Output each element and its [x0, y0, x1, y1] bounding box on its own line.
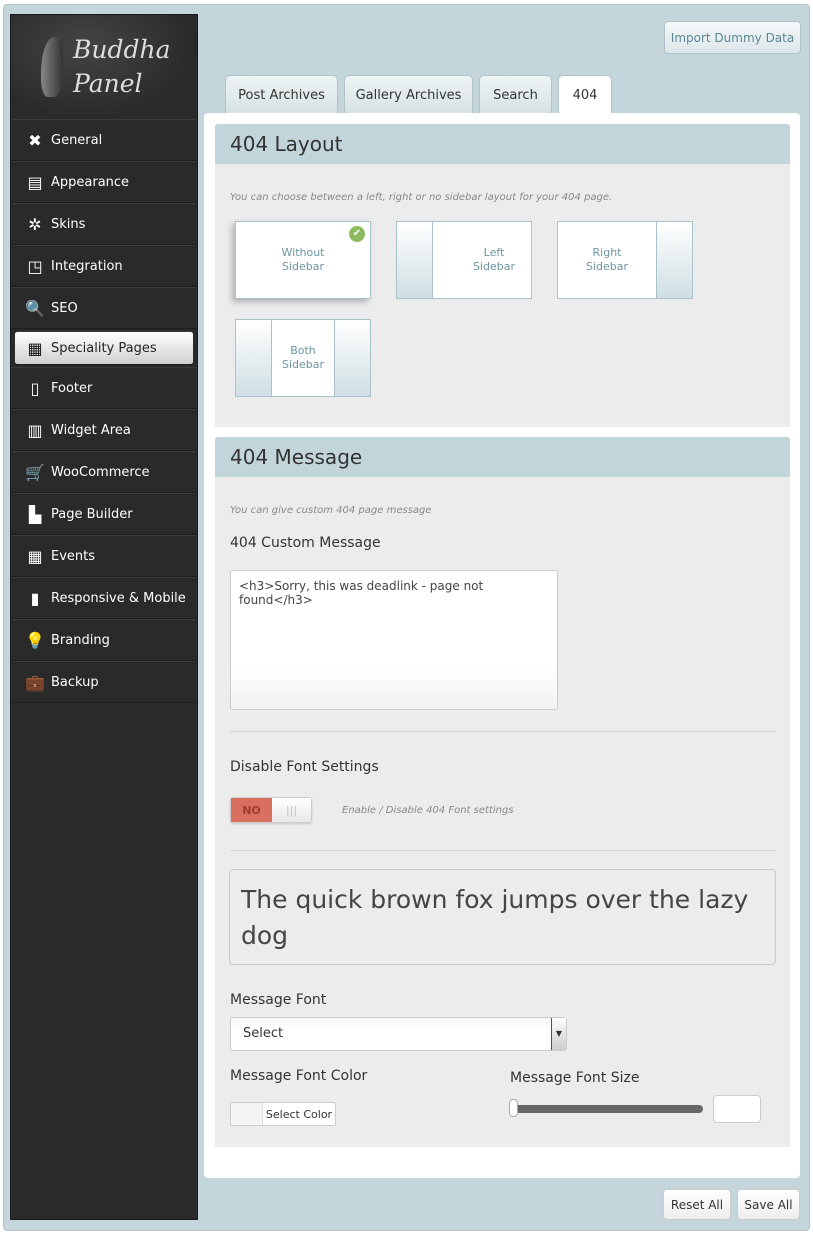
newspaper-icon: ▤: [27, 172, 43, 192]
disable-font-toggle[interactable]: NO |||: [230, 797, 312, 823]
custom-message-textarea[interactable]: <h3>Sorry, this was deadlink - page not …: [230, 570, 558, 710]
tablet-icon: ▮: [30, 588, 40, 608]
logo-line2: Panel: [73, 69, 143, 98]
sidebar-item-label: Page Builder: [51, 506, 133, 522]
divider: [230, 731, 776, 732]
sidebar-item-responsive-mobile[interactable]: ▮ Responsive & Mobile: [11, 577, 197, 619]
import-dummy-data-button[interactable]: Import Dummy Data: [664, 21, 801, 54]
save-all-button[interactable]: Save All: [737, 1189, 800, 1220]
select-color-button[interactable]: Select Color: [230, 1102, 336, 1126]
layout-left-sidebar[interactable]: Left Sidebar: [396, 221, 532, 299]
sidebar-item-label: SEO: [51, 300, 78, 316]
select-value: Select: [243, 1026, 284, 1041]
tab-404[interactable]: 404: [558, 75, 612, 115]
option-label: Right: [592, 246, 622, 259]
page-add-icon: ▙: [28, 504, 42, 524]
sidebar-item-general[interactable]: ✖ General: [11, 119, 197, 161]
sidebar-item-label: Widget Area: [51, 422, 131, 438]
logo-line1: Buddha: [73, 35, 171, 64]
grid-icon: ▦: [27, 338, 43, 358]
toggle-value: NO: [231, 798, 272, 822]
slider-handle[interactable]: [509, 1099, 518, 1117]
sidebar-item-footer[interactable]: ▯ Footer: [11, 367, 197, 409]
toggle-hint: Enable / Disable 404 Font settings: [342, 805, 514, 816]
sidebar-item-woocommerce[interactable]: 🛒 WooCommerce: [11, 451, 197, 493]
option-label: Both: [290, 344, 316, 357]
select-color-label: Select Color: [265, 1107, 333, 1121]
sidebar-item-integration[interactable]: ◳ Integration: [11, 245, 197, 287]
message-font-size-label: Message Font Size: [510, 1070, 640, 1086]
logo: Buddha Panel: [11, 15, 197, 119]
font-size-slider[interactable]: [515, 1105, 703, 1113]
buddha-head-icon: [41, 37, 63, 97]
search-icon: 🔍: [25, 298, 45, 318]
sidebar-item-page-builder[interactable]: ▙ Page Builder: [11, 493, 197, 535]
sidebar-item-label: Responsive & Mobile: [51, 590, 186, 606]
option-label: Sidebar: [281, 260, 325, 273]
font-size-input[interactable]: [713, 1095, 761, 1123]
sidebar-item-label: Events: [51, 548, 96, 564]
sidebar-item-label: Footer: [51, 380, 93, 396]
layout-section: You can choose between a left, right or …: [215, 164, 790, 427]
layout-without-sidebar[interactable]: Without Sidebar ✔: [235, 221, 371, 299]
option-label: Without: [281, 246, 325, 259]
lightbulb-icon: 💡: [25, 630, 45, 650]
option-label: Sidebar: [281, 358, 325, 371]
divider: [230, 850, 776, 851]
sidebar-item-label: Branding: [51, 632, 110, 648]
reset-all-button[interactable]: Reset All: [663, 1189, 731, 1220]
wrench-icon: ✖: [28, 130, 42, 150]
layout-right-sidebar[interactable]: Right Sidebar: [557, 221, 693, 299]
custom-message-label: 404 Custom Message: [230, 535, 381, 551]
sidebar-item-backup[interactable]: 💼 Backup: [11, 661, 197, 703]
chevron-down-icon[interactable]: ▼: [551, 1018, 566, 1050]
sidebar-item-label: Speciality Pages: [51, 340, 157, 356]
layout-hint: You can choose between a left, right or …: [230, 192, 613, 203]
content-panel: 404 Layout You can choose between a left…: [204, 113, 800, 1178]
sidebar-item-label: Backup: [51, 674, 99, 690]
sidebar-item-widget-area[interactable]: ▥ Widget Area: [11, 409, 197, 451]
message-font-label: Message Font: [230, 992, 327, 1008]
message-section-title: 404 Message: [215, 437, 790, 477]
option-label: Sidebar: [585, 260, 629, 273]
tab-post-archives[interactable]: Post Archives: [225, 75, 338, 114]
layout-section-title: 404 Layout: [215, 124, 790, 164]
widget-icon: ▥: [27, 420, 43, 440]
sidebar-item-branding[interactable]: 💡 Branding: [11, 619, 197, 661]
sidebar-item-speciality-pages[interactable]: ▦ Speciality Pages: [15, 331, 193, 365]
message-hint: You can give custom 404 page message: [230, 505, 432, 516]
ship-wheel-icon: ✲: [28, 214, 42, 234]
check-icon: ✔: [349, 226, 365, 242]
tab-search[interactable]: Search: [479, 75, 552, 114]
sidebar-item-skins[interactable]: ✲ Skins: [11, 203, 197, 245]
sidebar-item-appearance[interactable]: ▤ Appearance: [11, 161, 197, 203]
message-font-color-label: Message Font Color: [230, 1068, 368, 1084]
footer-icon: ▯: [30, 378, 40, 398]
sidebar-item-label: WooCommerce: [51, 464, 150, 480]
sidebar-item-label: Skins: [51, 216, 86, 232]
color-swatch: [231, 1103, 263, 1125]
layout-both-sidebar[interactable]: Both Sidebar: [235, 319, 371, 397]
calendar-icon: ▦: [27, 546, 43, 566]
message-section: You can give custom 404 page message 404…: [215, 477, 790, 1147]
briefcase-icon: 💼: [25, 672, 45, 692]
option-label: Sidebar: [472, 260, 516, 273]
tab-gallery-archives[interactable]: Gallery Archives: [344, 75, 473, 114]
sidebar-item-label: Integration: [51, 258, 123, 274]
font-preview: The quick brown fox jumps over the lazy …: [229, 869, 776, 965]
sidebar-item-seo[interactable]: 🔍 SEO: [11, 287, 197, 329]
option-label: Left: [483, 246, 505, 259]
disable-font-label: Disable Font Settings: [230, 759, 379, 775]
sidebar: Buddha Panel ✖ General ▤ Appearance ✲ Skins ◳ I…: [10, 14, 198, 1220]
cart-icon: 🛒: [25, 462, 45, 482]
sidebar-item-label: Appearance: [51, 174, 130, 190]
sidebar-item-label: General: [51, 132, 103, 148]
browser-cursor-icon: ◳: [27, 256, 43, 276]
message-font-select[interactable]: Select ▼: [230, 1017, 567, 1051]
sidebar-item-events[interactable]: ▦ Events: [11, 535, 197, 577]
toggle-handle-icon[interactable]: |||: [272, 798, 311, 822]
